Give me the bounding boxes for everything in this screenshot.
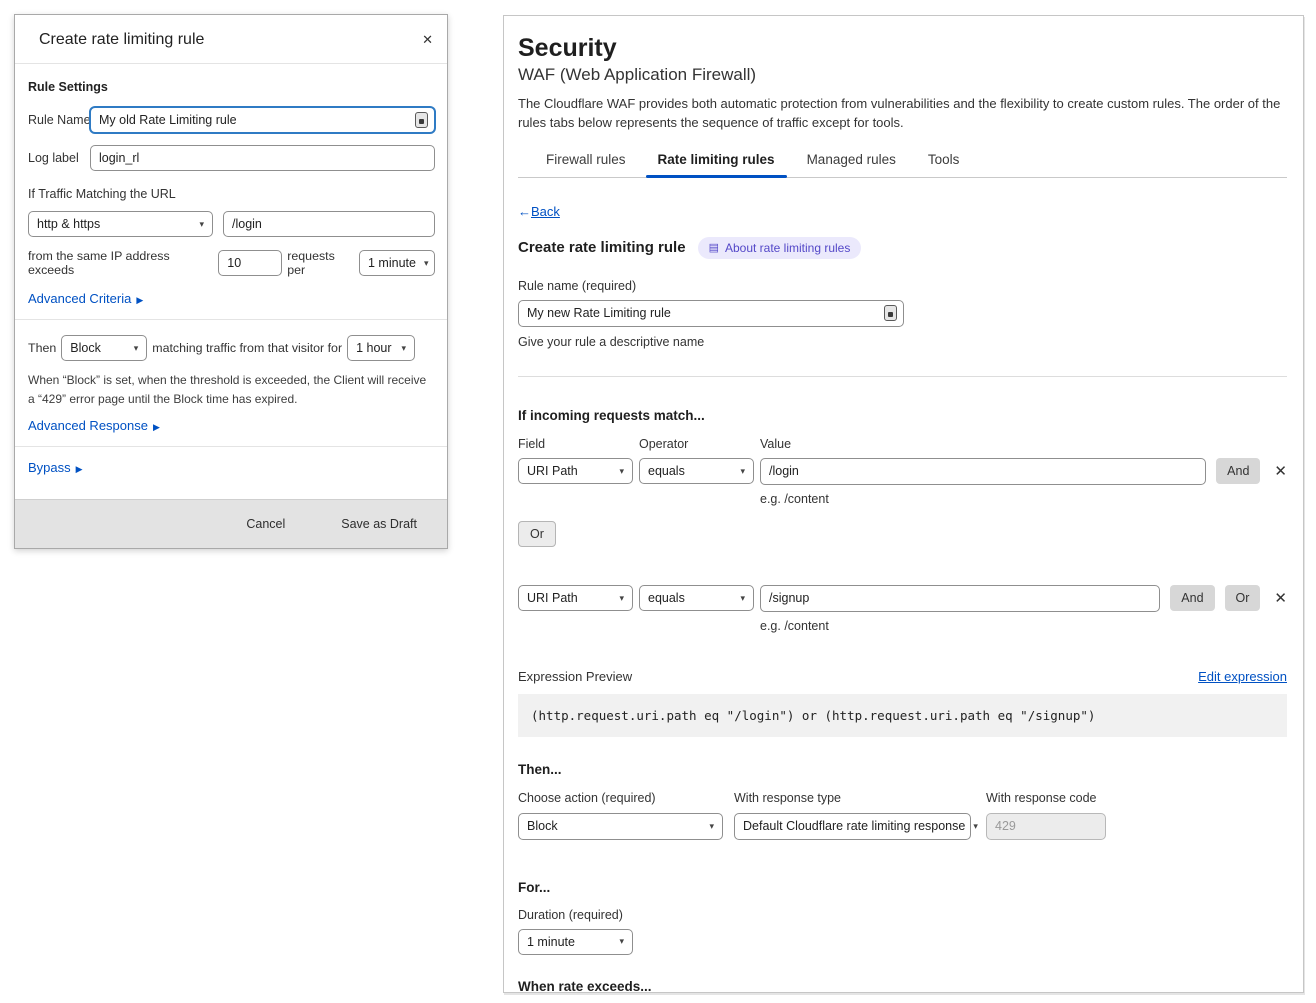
block-note-text: When “Block” is set, when the threshold …	[28, 371, 435, 408]
action-select[interactable]: Block ▾	[61, 335, 147, 361]
field-select[interactable]: URI Path ▾	[518, 458, 633, 484]
remove-condition-icon[interactable]: ✕	[1274, 591, 1287, 606]
tab-managed-rules[interactable]: Managed rules	[795, 146, 908, 177]
rule-settings-heading: Rule Settings	[28, 80, 435, 94]
value-column-label: Value	[760, 437, 791, 451]
back-arrow-icon: ←	[518, 204, 531, 219]
duration-select[interactable]: 1 minute ▾	[518, 929, 633, 955]
value-input[interactable]	[760, 585, 1160, 612]
and-button[interactable]: And	[1216, 458, 1260, 484]
then-prefix-text: Then	[28, 341, 56, 355]
value-input[interactable]	[760, 458, 1206, 485]
caret-down-icon: ▾	[402, 343, 407, 354]
divider	[15, 319, 447, 320]
tab-bar: Firewall rules Rate limiting rules Manag…	[518, 146, 1287, 178]
save-as-draft-button[interactable]: Save as Draft	[335, 516, 423, 532]
field-column-label: Field	[518, 437, 633, 451]
caret-down-icon: ▾	[740, 466, 745, 477]
response-type-select[interactable]: Default Cloudflare rate limiting respons…	[734, 813, 971, 840]
advanced-criteria-link[interactable]: Advanced Criteria▶	[28, 291, 143, 306]
condition-row: URI Path ▾ equals ▾ And Or ✕	[518, 585, 1287, 612]
tab-rate-limiting-rules[interactable]: Rate limiting rules	[646, 146, 787, 177]
expand-icon: ▶	[153, 422, 160, 432]
divider	[15, 446, 447, 447]
rate-section-heading: When rate exceeds...	[518, 979, 1287, 993]
url-input[interactable]	[223, 211, 435, 237]
period-select[interactable]: 1 minute ▾	[359, 250, 435, 276]
expression-preview-code: (http.request.uri.path eq "/login") or (…	[518, 694, 1287, 737]
field-select[interactable]: URI Path ▾	[518, 585, 633, 611]
for-section-heading: For...	[518, 880, 1287, 895]
cancel-button[interactable]: Cancel	[240, 516, 291, 532]
back-link[interactable]: ←Back	[518, 204, 560, 219]
dialog-title: Create rate limiting rule	[39, 31, 204, 49]
caret-down-icon: ▾	[424, 258, 429, 269]
expand-icon: ▶	[136, 295, 143, 305]
caret-down-icon: ▾	[199, 219, 204, 230]
operator-column-label: Operator	[639, 437, 754, 451]
form-title: Create rate limiting rule	[518, 239, 686, 256]
choose-action-label: Choose action (required)	[518, 791, 723, 805]
response-code-label: With response code	[986, 791, 1106, 805]
match-column-labels: Field Operator Value	[518, 437, 1287, 451]
caret-down-icon: ▾	[973, 821, 978, 832]
autofill-icon[interactable]	[884, 305, 897, 321]
divider	[518, 376, 1287, 377]
threshold-prefix-text: from the same IP address exceeds	[28, 249, 213, 277]
rule-name-label: Rule name (required)	[518, 279, 1287, 293]
expression-preview-label: Expression Preview	[518, 669, 632, 684]
tab-firewall-rules[interactable]: Firewall rules	[534, 146, 638, 177]
rule-name-input[interactable]	[90, 107, 435, 133]
dialog-body: Rule Settings Rule Name Log label If Tra…	[15, 64, 447, 499]
caret-down-icon: ▾	[619, 936, 624, 947]
edit-expression-link[interactable]: Edit expression	[1198, 669, 1287, 684]
response-type-label: With response type	[734, 791, 971, 805]
and-button[interactable]: And	[1170, 585, 1214, 611]
page-description: The Cloudflare WAF provides both automat…	[518, 95, 1287, 133]
close-icon[interactable]: ✕	[422, 32, 433, 48]
or-button[interactable]: Or	[518, 521, 556, 547]
caret-down-icon: ▾	[619, 593, 624, 604]
operator-select[interactable]: equals ▾	[639, 458, 754, 484]
page-title: Security	[518, 34, 1287, 63]
log-label-label: Log label	[28, 151, 90, 165]
threshold-middle-text: requests per	[287, 249, 354, 277]
response-code-input	[986, 813, 1106, 840]
create-rate-limiting-rule-dialog: Create rate limiting rule ✕ Rule Setting…	[14, 14, 448, 549]
requests-input[interactable]	[218, 250, 282, 276]
condition-row: URI Path ▾ equals ▾ And ✕	[518, 458, 1287, 485]
dialog-footer: Cancel Save as Draft	[15, 499, 447, 548]
choose-action-select[interactable]: Block ▾	[518, 813, 723, 840]
doc-icon: ▤	[709, 241, 719, 254]
then-middle-text: matching traffic from that visitor for	[152, 341, 342, 355]
caret-down-icon: ▾	[709, 821, 714, 832]
operator-select[interactable]: equals ▾	[639, 585, 754, 611]
log-label-input[interactable]	[90, 145, 435, 171]
then-section-heading: Then...	[518, 762, 1287, 777]
duration-label: Duration (required)	[518, 908, 1287, 922]
rule-name-helper: Give your rule a descriptive name	[518, 335, 1287, 349]
about-rate-limiting-rules-link[interactable]: ▤ About rate limiting rules	[698, 237, 862, 259]
expand-icon: ▶	[76, 464, 83, 474]
caret-down-icon: ▾	[619, 466, 624, 477]
tab-tools[interactable]: Tools	[916, 146, 972, 177]
scheme-select[interactable]: http & https ▾	[28, 211, 213, 237]
value-hint: e.g. /content	[760, 492, 1287, 506]
security-waf-page: Security WAF (Web Application Firewall) …	[503, 15, 1304, 993]
traffic-matching-label: If Traffic Matching the URL	[28, 187, 435, 201]
remove-condition-icon[interactable]: ✕	[1274, 464, 1287, 479]
autofill-icon[interactable]	[415, 112, 428, 128]
or-button[interactable]: Or	[1225, 585, 1261, 611]
dialog-header: Create rate limiting rule ✕	[15, 15, 447, 64]
caret-down-icon: ▾	[134, 343, 139, 354]
rule-name-label: Rule Name	[28, 113, 90, 127]
rule-name-input[interactable]	[518, 300, 904, 327]
advanced-response-link[interactable]: Advanced Response▶	[28, 418, 160, 433]
duration-select[interactable]: 1 hour ▾	[347, 335, 415, 361]
bypass-link[interactable]: Bypass▶	[28, 460, 83, 475]
page-subtitle: WAF (Web Application Firewall)	[518, 65, 1287, 85]
match-section-heading: If incoming requests match...	[518, 408, 1287, 423]
value-hint: e.g. /content	[760, 619, 1287, 633]
caret-down-icon: ▾	[740, 593, 745, 604]
